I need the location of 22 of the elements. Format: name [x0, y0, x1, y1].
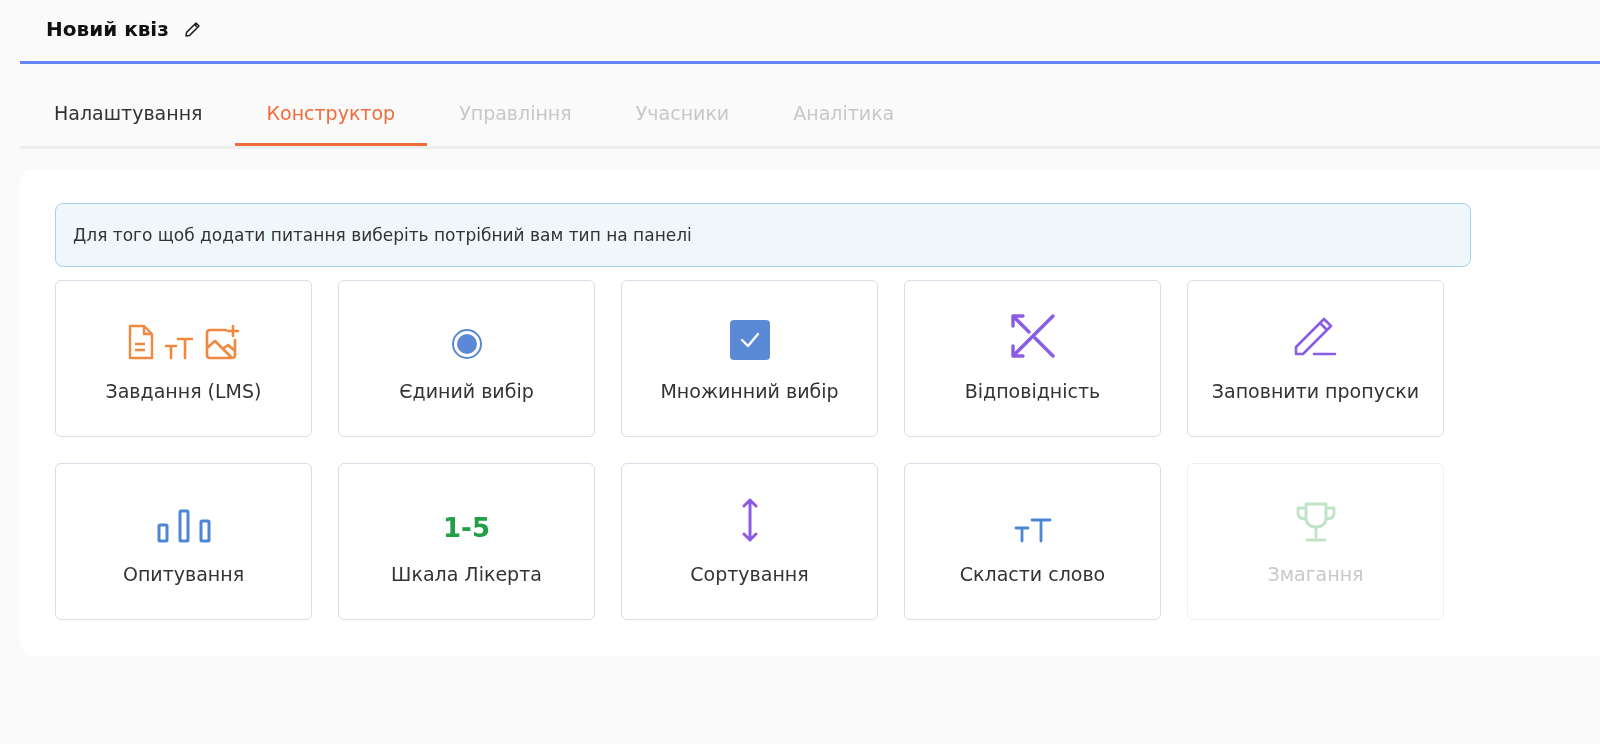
radio-icon: [450, 327, 483, 360]
vertical-arrows-icon: [740, 496, 759, 543]
question-type-card[interactable]: Скласти слово: [904, 463, 1161, 620]
question-type-card[interactable]: Множинний вибір: [621, 280, 878, 437]
checkbox-icon: [729, 319, 770, 360]
question-type-card[interactable]: Єдиний вибір: [338, 280, 595, 437]
question-type-card[interactable]: Завдання (LMS): [55, 280, 312, 437]
add-image-icon: [203, 323, 240, 360]
question-type-card[interactable]: Заповнити пропуски: [1187, 280, 1444, 437]
document-icon: [127, 323, 154, 360]
text-size-icon: [1013, 516, 1052, 543]
question-type-card[interactable]: 1-5 Шкала Лікерта: [338, 463, 595, 620]
tab[interactable]: Налаштування: [20, 82, 235, 146]
text-size-icon: [163, 335, 194, 360]
question-type-card[interactable]: Сортування: [621, 463, 878, 620]
quiz-title: Новий квіз: [46, 16, 169, 41]
info-notice: Для того щоб додати питання виберіть потрібний вам тип на панелі: [55, 203, 1471, 267]
bar-chart-icon: [156, 508, 211, 543]
crossed-arrows-icon: [1008, 311, 1057, 360]
question-type-card[interactable]: Відповідність: [904, 280, 1161, 437]
question-type-card[interactable]: Опитування: [55, 463, 312, 620]
scale-label: 1-5: [443, 512, 490, 543]
